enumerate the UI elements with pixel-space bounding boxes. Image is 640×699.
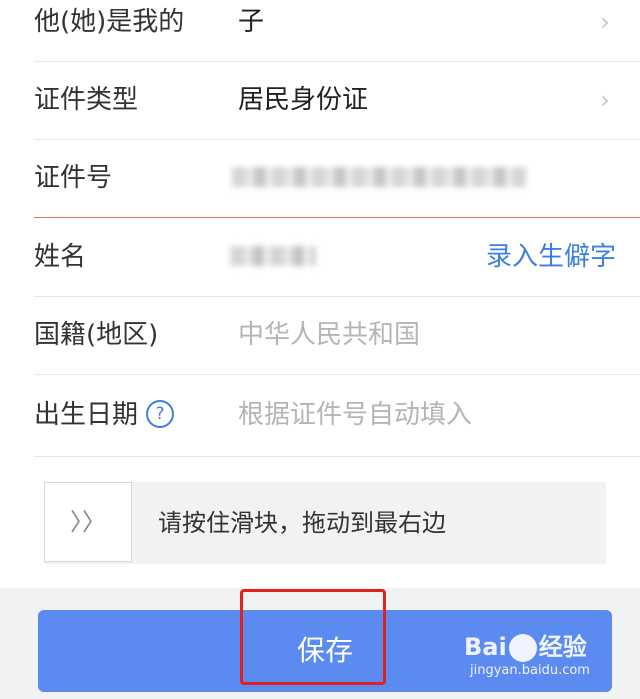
double-chevron-right-icon: 〉〉 [70, 508, 106, 536]
name-redacted[interactable] [230, 246, 316, 266]
id-type-label: 证件类型 [34, 85, 139, 115]
chevron-right-icon: › [600, 86, 610, 114]
birth-date-placeholder: 根据证件号自动填入 [238, 400, 473, 430]
slide-verify-track: 〉〉 请按住滑块，拖动到最右边 [44, 482, 606, 564]
nationality-row[interactable]: 国籍(地区) 中华人民共和国 [34, 296, 640, 375]
help-icon[interactable]: ? [146, 399, 175, 428]
nationality-label: 国籍(地区) [34, 320, 159, 350]
birth-date-row[interactable]: 出生日期? 根据证件号自动填入 [34, 374, 640, 457]
name-label: 姓名 [34, 242, 87, 272]
slider-instruction: 请按住滑块，拖动到最右边 [158, 509, 446, 537]
id-type-row[interactable]: 证件类型 居民身份证 › [34, 61, 640, 140]
relation-value: 子 [238, 7, 265, 37]
birth-date-label-group: 出生日期? [34, 374, 175, 456]
save-button[interactable]: 保存 [38, 610, 612, 692]
chevron-right-icon: › [600, 8, 610, 36]
birth-date-label: 出生日期 [34, 400, 139, 430]
nationality-value: 中华人民共和国 [238, 320, 421, 350]
name-row[interactable]: 姓名 录入生僻字 [34, 218, 640, 297]
id-number-redacted[interactable] [232, 167, 526, 187]
relation-row[interactable]: 他(她)是我的 子 › [34, 0, 640, 62]
id-type-value: 居民身份证 [238, 85, 369, 115]
relation-label: 他(她)是我的 [34, 7, 185, 37]
slider-handle[interactable]: 〉〉 [44, 482, 132, 562]
rare-char-link[interactable]: 录入生僻字 [486, 218, 616, 296]
id-number-label: 证件号 [34, 163, 113, 193]
id-number-row[interactable]: 证件号 [34, 139, 640, 218]
